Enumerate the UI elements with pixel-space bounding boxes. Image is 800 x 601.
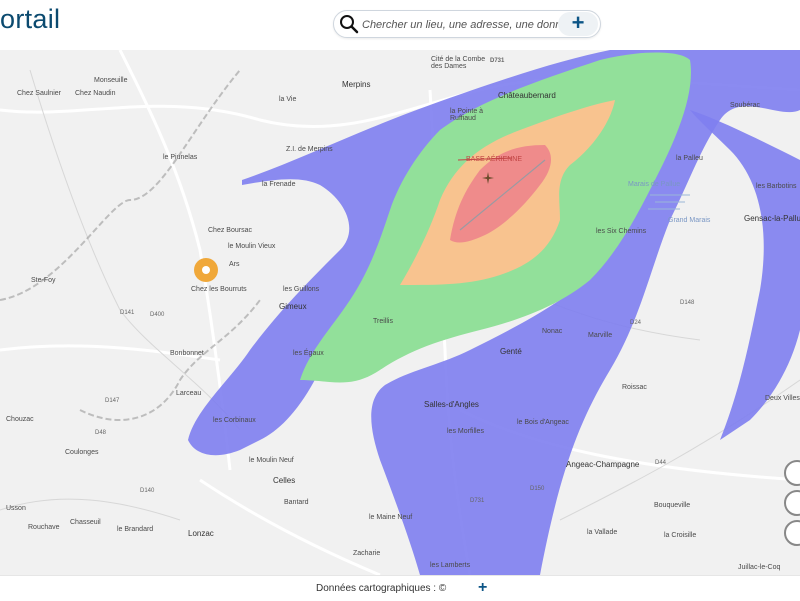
place-label: les Six Chemins (596, 228, 647, 235)
place-label: Merpins (342, 80, 371, 89)
place-label: Chez Naudin (75, 90, 116, 97)
place-label: Gimeux (279, 302, 307, 311)
place-label: Roissac (622, 384, 647, 391)
place-label: la Vie (279, 96, 297, 103)
search-input[interactable] (360, 11, 564, 39)
road-label: D150 (530, 486, 545, 492)
place-label: le Brandard (117, 526, 154, 533)
place-label: Grand Marais (668, 217, 711, 224)
place-label: le Maine Neuf (369, 514, 413, 521)
place-label: Chez Boursac (208, 227, 252, 234)
road-label: D731 (470, 498, 485, 504)
place-label: Monseuille (94, 77, 128, 84)
footer: Données cartographiques : © + (0, 575, 800, 601)
map-canvas[interactable]: Monseuille Chez Saulnier Chez Naudin le … (0, 50, 800, 575)
place-label: les Guillons (283, 286, 320, 293)
place-label: Bouqueville (654, 502, 691, 509)
place-label: Bantard (284, 499, 309, 506)
search-icon[interactable] (338, 14, 360, 34)
place-label: Celles (273, 476, 296, 485)
place-label: Juillac-le-Coq (738, 564, 781, 571)
place-label: Chez Saulnier (17, 90, 61, 97)
road-label: D44 (655, 460, 667, 466)
road-label: D147 (105, 398, 120, 404)
airbase-label: BASE AÉRIENNE (466, 156, 523, 163)
place-label: la Palleu (676, 155, 703, 162)
place-label: Coulonges (65, 449, 99, 456)
place-label: la Frenade (262, 181, 296, 188)
search-add-button[interactable]: + (558, 12, 598, 36)
place-label: Marville (588, 332, 613, 339)
road-label: D731 (490, 58, 505, 64)
place-label: la Vallade (587, 529, 618, 536)
place-label: Ste-Foy (31, 277, 56, 284)
place-label: le Bois d'Angeac (517, 419, 569, 426)
road-label: D400 (150, 312, 165, 318)
place-label: Gensac-la-Pallue (744, 214, 800, 223)
place-label: Rouchave (28, 524, 60, 531)
place-label: Soubérac (730, 102, 760, 109)
place-label: le Piunelas (163, 154, 198, 161)
brand-title: ortail (0, 4, 61, 34)
place-label: Angeac-Champagne (566, 460, 640, 469)
place-label: les Lamberts (430, 562, 471, 569)
road-label: D140 (140, 488, 155, 494)
road-label: D48 (95, 430, 107, 436)
place-label: Chez les Bourruts (191, 286, 247, 293)
place-label: les Égaux (293, 350, 324, 357)
map-credit: Données cartographiques : © (316, 583, 447, 594)
place-label: Ars (229, 261, 240, 268)
place-label: la Croisille (664, 532, 697, 539)
place-label: la Pointe à Ruffiaud (450, 108, 484, 122)
header: ortail + (0, 0, 800, 50)
place-label: Lonzac (188, 529, 214, 538)
place-label: Bonbonnet (170, 350, 204, 357)
place-label: Châteaubernard (498, 91, 556, 100)
place-label: Z.I. de Merpins (286, 146, 333, 153)
road-label: D24 (630, 320, 642, 326)
search-bar[interactable]: + (333, 10, 601, 39)
place-label: le Moulin Neuf (249, 457, 294, 464)
place-label: Chouzac (6, 416, 34, 423)
place-label: Chasseuil (70, 519, 101, 526)
place-label: Cité de la Combe des Dames (431, 56, 486, 70)
road-label: D141 (120, 310, 135, 316)
place-label: les Morfilles (447, 428, 484, 435)
place-label: Deux Villes (765, 395, 800, 402)
road-label: D148 (680, 300, 695, 306)
credit-expand-button[interactable]: + (478, 579, 487, 597)
location-marker[interactable] (194, 258, 218, 282)
place-label: Marais de Pallue (628, 181, 681, 188)
place-label: Nonac (542, 328, 563, 335)
place-label: Genté (500, 347, 522, 356)
place-label: Larceau (176, 390, 202, 397)
place-label: Treillis (373, 318, 393, 325)
place-label: les Corbinaux (213, 417, 256, 424)
place-label: le Moulin Vieux (228, 243, 276, 250)
place-label: les Barbotins (756, 183, 797, 190)
place-label: Salles-d'Angles (424, 400, 479, 409)
place-label: Usson (6, 505, 26, 512)
place-label: Zacharie (353, 550, 381, 557)
